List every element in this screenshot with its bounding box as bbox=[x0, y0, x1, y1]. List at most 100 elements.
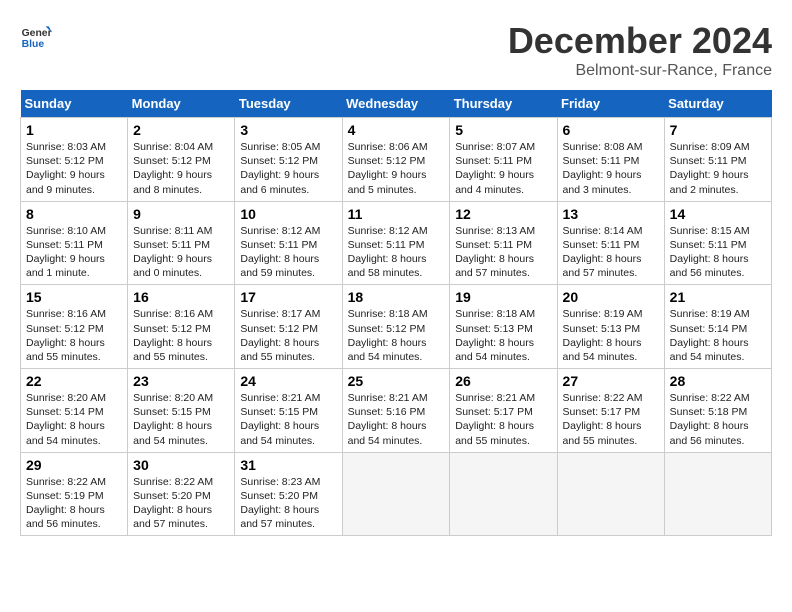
calendar-row: 29 Sunrise: 8:22 AMSunset: 5:19 PMDaylig… bbox=[21, 452, 772, 536]
table-row: 8 Sunrise: 8:10 AMSunset: 5:11 PMDayligh… bbox=[21, 201, 128, 285]
day-detail: Sunrise: 8:22 AMSunset: 5:17 PMDaylight:… bbox=[563, 392, 643, 447]
calendar-table: Sunday Monday Tuesday Wednesday Thursday… bbox=[20, 90, 772, 536]
table-row: 9 Sunrise: 8:11 AMSunset: 5:11 PMDayligh… bbox=[128, 201, 235, 285]
day-number: 15 bbox=[26, 289, 122, 305]
day-number: 14 bbox=[670, 206, 766, 222]
table-row bbox=[557, 452, 664, 536]
col-tuesday: Tuesday bbox=[235, 90, 342, 118]
day-detail: Sunrise: 8:09 AMSunset: 5:11 PMDaylight:… bbox=[670, 141, 750, 196]
table-row bbox=[342, 452, 450, 536]
day-number: 8 bbox=[26, 206, 122, 222]
day-number: 7 bbox=[670, 122, 766, 138]
table-row: 7 Sunrise: 8:09 AMSunset: 5:11 PMDayligh… bbox=[664, 118, 771, 202]
day-detail: Sunrise: 8:15 AMSunset: 5:11 PMDaylight:… bbox=[670, 225, 750, 280]
day-detail: Sunrise: 8:22 AMSunset: 5:20 PMDaylight:… bbox=[133, 476, 213, 531]
day-detail: Sunrise: 8:22 AMSunset: 5:19 PMDaylight:… bbox=[26, 476, 106, 531]
table-row: 6 Sunrise: 8:08 AMSunset: 5:11 PMDayligh… bbox=[557, 118, 664, 202]
day-number: 18 bbox=[348, 289, 445, 305]
day-number: 31 bbox=[240, 457, 336, 473]
col-thursday: Thursday bbox=[450, 90, 557, 118]
day-detail: Sunrise: 8:19 AMSunset: 5:14 PMDaylight:… bbox=[670, 308, 750, 363]
day-detail: Sunrise: 8:04 AMSunset: 5:12 PMDaylight:… bbox=[133, 141, 213, 196]
table-row: 29 Sunrise: 8:22 AMSunset: 5:19 PMDaylig… bbox=[21, 452, 128, 536]
day-number: 5 bbox=[455, 122, 551, 138]
location: Belmont-sur-Rance, France bbox=[508, 62, 772, 80]
day-number: 12 bbox=[455, 206, 551, 222]
day-detail: Sunrise: 8:05 AMSunset: 5:12 PMDaylight:… bbox=[240, 141, 320, 196]
table-row: 16 Sunrise: 8:16 AMSunset: 5:12 PMDaylig… bbox=[128, 285, 235, 369]
day-number: 20 bbox=[563, 289, 659, 305]
day-number: 21 bbox=[670, 289, 766, 305]
day-detail: Sunrise: 8:17 AMSunset: 5:12 PMDaylight:… bbox=[240, 308, 320, 363]
day-number: 29 bbox=[26, 457, 122, 473]
table-row: 10 Sunrise: 8:12 AMSunset: 5:11 PMDaylig… bbox=[235, 201, 342, 285]
calendar-row: 22 Sunrise: 8:20 AMSunset: 5:14 PMDaylig… bbox=[21, 369, 772, 453]
svg-text:Blue: Blue bbox=[22, 39, 45, 50]
table-row: 21 Sunrise: 8:19 AMSunset: 5:14 PMDaylig… bbox=[664, 285, 771, 369]
table-row: 19 Sunrise: 8:18 AMSunset: 5:13 PMDaylig… bbox=[450, 285, 557, 369]
logo-icon: General Blue bbox=[20, 20, 52, 52]
table-row bbox=[450, 452, 557, 536]
col-sunday: Sunday bbox=[21, 90, 128, 118]
table-row: 13 Sunrise: 8:14 AMSunset: 5:11 PMDaylig… bbox=[557, 201, 664, 285]
calendar-row: 8 Sunrise: 8:10 AMSunset: 5:11 PMDayligh… bbox=[21, 201, 772, 285]
day-number: 28 bbox=[670, 373, 766, 389]
day-number: 16 bbox=[133, 289, 229, 305]
day-number: 22 bbox=[26, 373, 122, 389]
svg-text:General: General bbox=[22, 28, 52, 39]
col-saturday: Saturday bbox=[664, 90, 771, 118]
day-detail: Sunrise: 8:23 AMSunset: 5:20 PMDaylight:… bbox=[240, 476, 320, 531]
day-detail: Sunrise: 8:12 AMSunset: 5:11 PMDaylight:… bbox=[240, 225, 320, 280]
day-detail: Sunrise: 8:07 AMSunset: 5:11 PMDaylight:… bbox=[455, 141, 535, 196]
table-row: 4 Sunrise: 8:06 AMSunset: 5:12 PMDayligh… bbox=[342, 118, 450, 202]
calendar-row: 1 Sunrise: 8:03 AMSunset: 5:12 PMDayligh… bbox=[21, 118, 772, 202]
day-detail: Sunrise: 8:22 AMSunset: 5:18 PMDaylight:… bbox=[670, 392, 750, 447]
day-detail: Sunrise: 8:20 AMSunset: 5:14 PMDaylight:… bbox=[26, 392, 106, 447]
title-block: December 2024 Belmont-sur-Rance, France bbox=[508, 20, 772, 80]
day-detail: Sunrise: 8:14 AMSunset: 5:11 PMDaylight:… bbox=[563, 225, 643, 280]
day-number: 3 bbox=[240, 122, 336, 138]
day-number: 4 bbox=[348, 122, 445, 138]
page-header: General Blue December 2024 Belmont-sur-R… bbox=[20, 20, 772, 80]
table-row: 2 Sunrise: 8:04 AMSunset: 5:12 PMDayligh… bbox=[128, 118, 235, 202]
col-friday: Friday bbox=[557, 90, 664, 118]
table-row: 15 Sunrise: 8:16 AMSunset: 5:12 PMDaylig… bbox=[21, 285, 128, 369]
day-detail: Sunrise: 8:21 AMSunset: 5:15 PMDaylight:… bbox=[240, 392, 320, 447]
day-detail: Sunrise: 8:18 AMSunset: 5:13 PMDaylight:… bbox=[455, 308, 535, 363]
day-detail: Sunrise: 8:21 AMSunset: 5:17 PMDaylight:… bbox=[455, 392, 535, 447]
day-number: 23 bbox=[133, 373, 229, 389]
day-detail: Sunrise: 8:11 AMSunset: 5:11 PMDaylight:… bbox=[133, 225, 212, 280]
day-detail: Sunrise: 8:03 AMSunset: 5:12 PMDaylight:… bbox=[26, 141, 106, 196]
day-number: 6 bbox=[563, 122, 659, 138]
table-row: 5 Sunrise: 8:07 AMSunset: 5:11 PMDayligh… bbox=[450, 118, 557, 202]
header-row: Sunday Monday Tuesday Wednesday Thursday… bbox=[21, 90, 772, 118]
table-row: 14 Sunrise: 8:15 AMSunset: 5:11 PMDaylig… bbox=[664, 201, 771, 285]
day-number: 27 bbox=[563, 373, 659, 389]
table-row: 31 Sunrise: 8:23 AMSunset: 5:20 PMDaylig… bbox=[235, 452, 342, 536]
table-row: 27 Sunrise: 8:22 AMSunset: 5:17 PMDaylig… bbox=[557, 369, 664, 453]
table-row: 11 Sunrise: 8:12 AMSunset: 5:11 PMDaylig… bbox=[342, 201, 450, 285]
day-number: 10 bbox=[240, 206, 336, 222]
day-detail: Sunrise: 8:10 AMSunset: 5:11 PMDaylight:… bbox=[26, 225, 106, 280]
table-row: 1 Sunrise: 8:03 AMSunset: 5:12 PMDayligh… bbox=[21, 118, 128, 202]
table-row: 23 Sunrise: 8:20 AMSunset: 5:15 PMDaylig… bbox=[128, 369, 235, 453]
table-row: 12 Sunrise: 8:13 AMSunset: 5:11 PMDaylig… bbox=[450, 201, 557, 285]
day-number: 26 bbox=[455, 373, 551, 389]
day-detail: Sunrise: 8:18 AMSunset: 5:12 PMDaylight:… bbox=[348, 308, 428, 363]
day-number: 30 bbox=[133, 457, 229, 473]
col-monday: Monday bbox=[128, 90, 235, 118]
day-number: 13 bbox=[563, 206, 659, 222]
day-detail: Sunrise: 8:16 AMSunset: 5:12 PMDaylight:… bbox=[133, 308, 213, 363]
month-title: December 2024 bbox=[508, 20, 772, 62]
day-number: 9 bbox=[133, 206, 229, 222]
table-row bbox=[664, 452, 771, 536]
day-detail: Sunrise: 8:16 AMSunset: 5:12 PMDaylight:… bbox=[26, 308, 106, 363]
day-detail: Sunrise: 8:08 AMSunset: 5:11 PMDaylight:… bbox=[563, 141, 643, 196]
day-number: 19 bbox=[455, 289, 551, 305]
table-row: 17 Sunrise: 8:17 AMSunset: 5:12 PMDaylig… bbox=[235, 285, 342, 369]
table-row: 3 Sunrise: 8:05 AMSunset: 5:12 PMDayligh… bbox=[235, 118, 342, 202]
logo: General Blue bbox=[20, 20, 52, 52]
day-number: 2 bbox=[133, 122, 229, 138]
day-detail: Sunrise: 8:12 AMSunset: 5:11 PMDaylight:… bbox=[348, 225, 428, 280]
day-number: 25 bbox=[348, 373, 445, 389]
